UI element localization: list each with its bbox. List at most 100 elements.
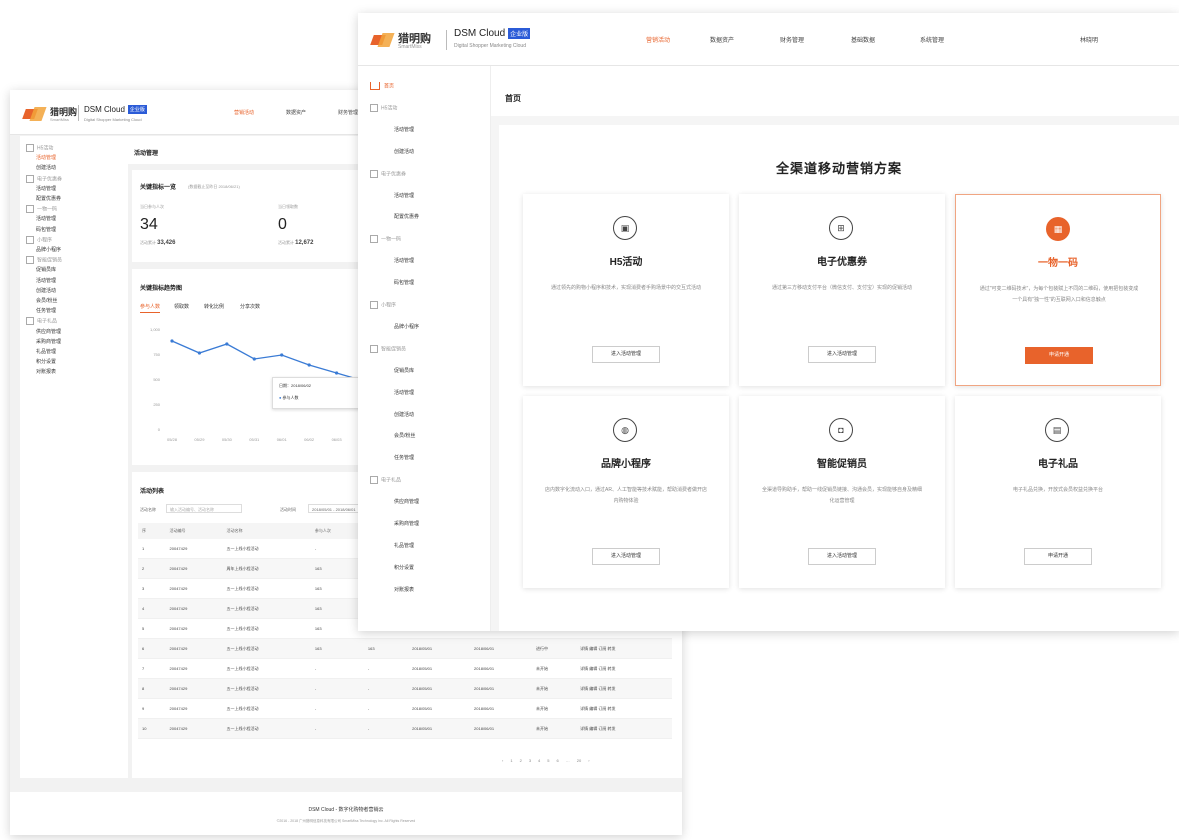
table-cell[interactable]: 详情 编辑 订阅 转发 (576, 658, 672, 679)
nav-system[interactable]: 系统管理 (920, 35, 944, 44)
nav-finance[interactable]: 财务管理 (338, 109, 358, 116)
table-row[interactable]: 6 20047429 五一上线小程活动 163 163 2018/05/01 2018/06… (138, 638, 672, 659)
solution-card[interactable]: ▣ H5活动 通过领先的购物小程序和技术，实现消费者手购场景中的交互式活动 进入活动管… (523, 194, 729, 386)
sidebar-item[interactable]: 活动管理 (394, 389, 414, 396)
page-link[interactable]: 20 (577, 758, 581, 763)
card-action-button[interactable]: 进入活动管理 (808, 346, 876, 363)
page-link[interactable]: 1 (510, 758, 512, 763)
page-link[interactable]: › (588, 758, 589, 763)
card-action-button[interactable]: 申请开通 (1025, 347, 1093, 364)
card-action-button[interactable]: 进入活动管理 (592, 346, 660, 363)
sidebar-item[interactable]: 对账报表 (36, 368, 56, 375)
column-header[interactable]: 序 (138, 523, 166, 539)
data-point[interactable] (252, 357, 256, 361)
tab-conversion[interactable]: 转化比例 (204, 303, 224, 310)
sidebar-item[interactable]: 品牌小程序 (394, 323, 419, 330)
sidebar-item[interactable]: 码包管理 (394, 279, 414, 286)
sidebar-item[interactable]: 供应商管理 (36, 328, 61, 335)
sidebar-item[interactable]: 码包管理 (36, 226, 56, 233)
user-name[interactable]: 林晓明 (1080, 35, 1098, 44)
sidebar-item[interactable]: 采购商管理 (36, 338, 61, 345)
page-link[interactable]: 3 (529, 758, 531, 763)
sidebar-group[interactable]: 电子优惠券 (370, 169, 406, 178)
column-header[interactable]: 活动名称 (222, 523, 311, 539)
sidebar-item[interactable]: 积分设置 (36, 358, 56, 365)
table-row[interactable]: 8 20047429 五一上线小程活动 - -2018/05/01 2018/06/01 未… (138, 678, 672, 699)
sidebar-item[interactable]: 创建活动 (36, 164, 56, 171)
sidebar-item[interactable]: 礼品管理 (36, 348, 56, 355)
nav-marketing[interactable]: 营销活动 (646, 35, 670, 44)
solution-card[interactable]: ▤ 电子礼品 电子礼品兑换，开放式会员权益兑换平台 申请开通 (955, 396, 1161, 588)
data-point[interactable] (334, 371, 339, 375)
page-link[interactable]: ‹ (502, 758, 503, 763)
card-action-button[interactable]: 进入活动管理 (592, 548, 660, 565)
sidebar-item[interactable]: 品牌小程序 (36, 246, 61, 253)
sidebar-item[interactable]: 任务管理 (394, 454, 414, 461)
sidebar-item[interactable]: 促销员库 (394, 367, 414, 374)
table-row[interactable]: 7 20047429 五一上线小程活动 - -2018/05/01 2018/06/01 未… (138, 658, 672, 679)
sidebar-group[interactable]: 小程序 (370, 301, 396, 309)
table-row[interactable]: 10 20047429 五一上线小程活动 - -2018/05/01 2018/06/01… (138, 718, 672, 739)
sidebar-group[interactable]: 一物一码 (370, 235, 401, 244)
sidebar-item[interactable]: 创建活动 (394, 411, 414, 418)
sidebar-item[interactable]: 活动管理 (36, 215, 56, 222)
data-point[interactable] (307, 363, 311, 367)
card-action-button[interactable]: 申请开通 (1024, 548, 1092, 565)
sidebar-item[interactable]: 配置优惠券 (394, 213, 419, 220)
nav-finance[interactable]: 财务管理 (780, 35, 804, 44)
sidebar-group[interactable]: H5活动 (26, 144, 53, 152)
table-cell[interactable]: 详情 编辑 订阅 转发 (576, 678, 672, 699)
nav-data-assets[interactable]: 数据资产 (286, 109, 306, 116)
nav-basic-data[interactable]: 基础数据 (851, 35, 875, 44)
solution-card[interactable]: ▦ 一物一码 通过"可变二维码技术"，为每个包装赋上不同的二维码，使用把包装变成一个… (955, 194, 1161, 386)
sidebar-item[interactable]: 会员/粉丝 (394, 432, 415, 439)
sidebar-item[interactable]: 对账报表 (394, 586, 414, 593)
sidebar-item[interactable]: 活动管理 (36, 185, 56, 192)
page-link[interactable]: 6 (557, 758, 559, 763)
sidebar-item[interactable]: 活动管理 (394, 257, 414, 264)
sidebar-item[interactable]: 活动管理 (394, 192, 414, 199)
nav-marketing[interactable]: 营销活动 (234, 109, 254, 116)
data-point[interactable] (280, 353, 284, 357)
page-link[interactable]: 5 (547, 758, 549, 763)
table-row[interactable]: 9 20047429 五一上线小程活动 - -2018/05/01 2018/06/01 未… (138, 698, 672, 719)
column-header[interactable]: 参与人次 (310, 523, 364, 539)
data-point[interactable] (225, 342, 229, 346)
sidebar-home[interactable]: 首页 (370, 82, 394, 90)
sidebar-group[interactable]: 一物一码 (26, 205, 57, 214)
sidebar-item[interactable]: 活动管理 (36, 154, 56, 161)
solution-card[interactable]: ⊞ 电子优惠券 通过第三方移动支付平台（微信支付、支付宝）实现的促销活动 进入活动管理 (739, 194, 945, 386)
table-cell[interactable]: 详情 编辑 订阅 转发 (576, 638, 672, 659)
sidebar-item[interactable]: 礼品管理 (394, 542, 414, 549)
data-point[interactable] (197, 351, 202, 355)
sidebar-group[interactable]: 智能促销员 (26, 256, 62, 265)
sidebar-item[interactable]: 活动管理 (36, 277, 56, 284)
sidebar-group[interactable]: 电子礼品 (26, 317, 57, 326)
solution-card[interactable]: ◘ 智能促销员 全渠道导购助手，帮助一线促销员链接、沟通会员，实现能够自身及精细化运… (739, 396, 945, 588)
data-point[interactable] (170, 339, 174, 343)
tab-shares[interactable]: 分享次数 (240, 303, 260, 310)
sidebar-group[interactable]: H5活动 (370, 103, 397, 112)
page-link[interactable]: 2 (520, 758, 522, 763)
nav-data-assets[interactable]: 数据资产 (710, 35, 734, 44)
sidebar-item[interactable]: 创建活动 (394, 148, 414, 155)
page-link[interactable]: 4 (538, 758, 540, 763)
sidebar-item[interactable]: 创建活动 (36, 287, 56, 294)
sidebar-item[interactable]: 任务管理 (36, 307, 56, 314)
sidebar-group[interactable]: 电子礼品 (370, 476, 401, 485)
sidebar-item[interactable]: 会员/粉丝 (36, 297, 57, 304)
table-cell[interactable]: 详情 编辑 订阅 转发 (576, 698, 672, 719)
sidebar-item[interactable]: 促销员库 (36, 266, 56, 273)
solution-card[interactable]: ◍ 品牌小程序 店内数字化流动入口，通过AR、人工智能等技术赋能，帮助消费者做开店内… (523, 396, 729, 588)
table-cell[interactable]: 详情 编辑 订阅 转发 (576, 718, 672, 739)
sidebar-group[interactable]: 小程序 (26, 235, 52, 244)
sidebar-group[interactable]: 智能促销员 (370, 344, 406, 353)
tab-claims[interactable]: 领取数 (174, 303, 189, 310)
sidebar-item[interactable]: 活动管理 (394, 126, 414, 133)
sidebar-item[interactable]: 积分设置 (394, 564, 414, 571)
activity-search-input[interactable]: 输入活动编号、活动名称 (166, 504, 242, 513)
column-header[interactable]: 活动编号 (165, 523, 223, 539)
card-action-button[interactable]: 进入活动管理 (808, 548, 876, 565)
tab-participants[interactable]: 参与人数 (140, 303, 161, 313)
page-link[interactable]: … (566, 758, 570, 763)
